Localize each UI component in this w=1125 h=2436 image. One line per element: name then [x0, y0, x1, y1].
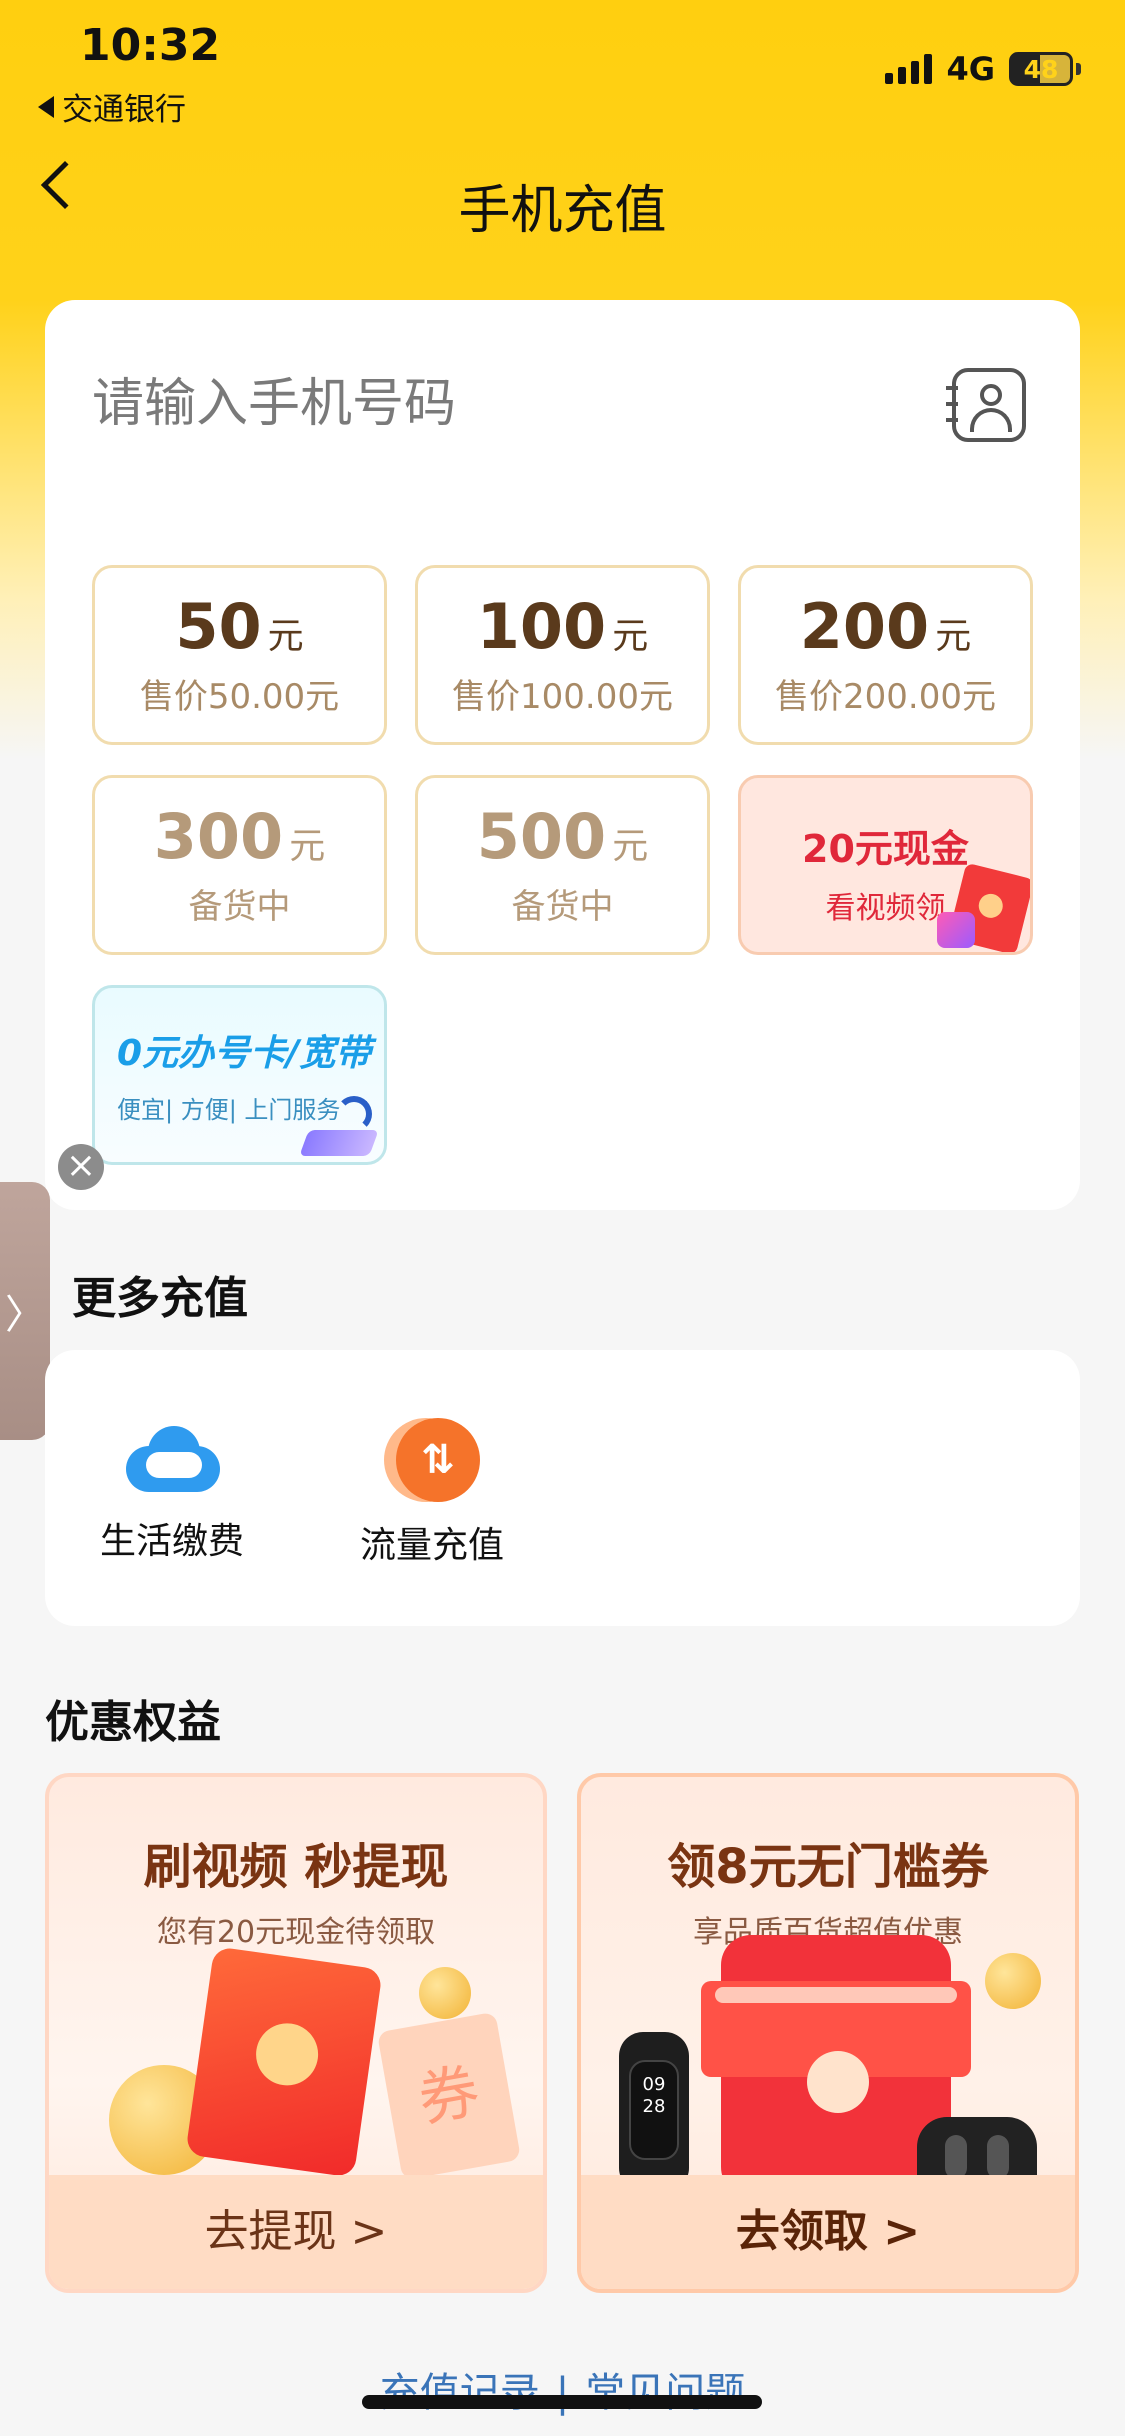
more-recharge-title: 更多充值: [72, 1273, 248, 1324]
amount-price: 售价200.00元: [775, 677, 996, 717]
amount-option-300[interactable]: 300 元 备货中: [92, 775, 387, 955]
footer-separator: |: [555, 2370, 570, 2416]
amount-unit: 元: [267, 616, 304, 657]
data-recharge-label: 流量充值: [359, 1525, 504, 1566]
life-payment-label: 生活缴费: [99, 1521, 244, 1562]
status-indicators: 4G 48: [885, 50, 1081, 88]
battery-icon: 48: [1009, 52, 1081, 86]
chevron-right-icon: 〉: [5, 1292, 45, 1338]
claim-button[interactable]: 去领取 >: [581, 2175, 1075, 2289]
back-triangle-icon: [38, 95, 54, 118]
home-indicator[interactable]: [362, 2395, 762, 2409]
withdraw-button[interactable]: 去提现 >: [49, 2175, 543, 2289]
page-title: 手机充值: [458, 181, 667, 241]
footer-links: 充值记录 | 常见问题: [0, 2360, 1125, 2418]
small-coin-icon: [419, 1967, 471, 2019]
amount-status: 备货中: [188, 887, 291, 927]
flow-swap-icon: ⇅: [384, 1418, 480, 1502]
back-app-label: 交通银行: [62, 92, 186, 128]
benefit-sub: 您有20元现金待领取: [156, 1915, 436, 1950]
broadband-title: 0元办号卡/宽带: [117, 1033, 372, 1074]
network-type: 4G: [946, 50, 995, 88]
amount-value: 200: [799, 590, 930, 663]
router-wifi-icon: [299, 1096, 379, 1156]
smart-band-icon: 09 28: [619, 2032, 689, 2192]
amount-value: 300: [153, 800, 284, 873]
red-packet-icon: [185, 1946, 383, 2178]
phone-number-input[interactable]: [92, 374, 892, 434]
amount-option-50[interactable]: 50 元 售价50.00元: [92, 565, 387, 745]
amount-unit: 元: [935, 616, 972, 657]
amount-unit: 元: [612, 826, 649, 867]
video-badge-icon: [937, 912, 975, 948]
benefit-title: 刷视频 秒提现: [143, 1839, 449, 1895]
battery-level: 48: [1023, 54, 1059, 84]
amount-value: 50: [175, 590, 262, 663]
amount-value: 500: [476, 800, 607, 873]
status-time: 10:32: [80, 20, 221, 71]
amount-unit: 元: [289, 826, 326, 867]
amount-option-200[interactable]: 200 元 售价200.00元: [738, 565, 1033, 745]
promo-cash-title: 20元现金: [802, 827, 969, 871]
gold-coin-icon: [985, 1953, 1041, 2009]
amount-option-500[interactable]: 500 元 备货中: [415, 775, 710, 955]
side-drawer-handle[interactable]: 〉: [0, 1182, 50, 1440]
amount-price: 售价50.00元: [139, 677, 340, 717]
amount-value: 100: [476, 590, 607, 663]
benefits-title: 优惠权益: [45, 1697, 221, 1748]
close-ad-icon[interactable]: ×: [58, 1144, 104, 1190]
benefit-title: 领8元无门槛券: [667, 1839, 989, 1895]
faq-link[interactable]: 常见问题: [585, 2370, 745, 2416]
cloud-icon: [122, 1418, 222, 1498]
video-cash-promo[interactable]: 20元现金 看视频领: [738, 775, 1033, 955]
amount-unit: 元: [612, 616, 649, 657]
cash-withdraw-card[interactable]: 刷视频 秒提现 您有20元现金待领取 券 去提现 >: [45, 1773, 547, 2293]
recharge-records-link[interactable]: 充值记录: [380, 2370, 540, 2416]
data-recharge-button[interactable]: ⇅ 流量充值: [332, 1418, 532, 1568]
amount-option-100[interactable]: 100 元 售价100.00元: [415, 565, 710, 745]
amount-price: 售价100.00元: [452, 677, 673, 717]
coupon-icon: 券: [376, 2011, 522, 2181]
amount-status: 备货中: [511, 887, 614, 927]
signal-icon: [885, 54, 933, 84]
broadband-promo[interactable]: 0元办号卡/宽带 便宜| 方便| 上门服务: [92, 985, 387, 1165]
coupon-claim-card[interactable]: 领8元无门槛券 享品质百货超值优惠 09 28 去领取 >: [577, 1773, 1079, 2293]
contacts-icon[interactable]: [946, 368, 1026, 442]
back-to-app-button[interactable]: 交通银行: [38, 84, 186, 129]
life-payment-button[interactable]: 生活缴费: [72, 1418, 272, 1564]
